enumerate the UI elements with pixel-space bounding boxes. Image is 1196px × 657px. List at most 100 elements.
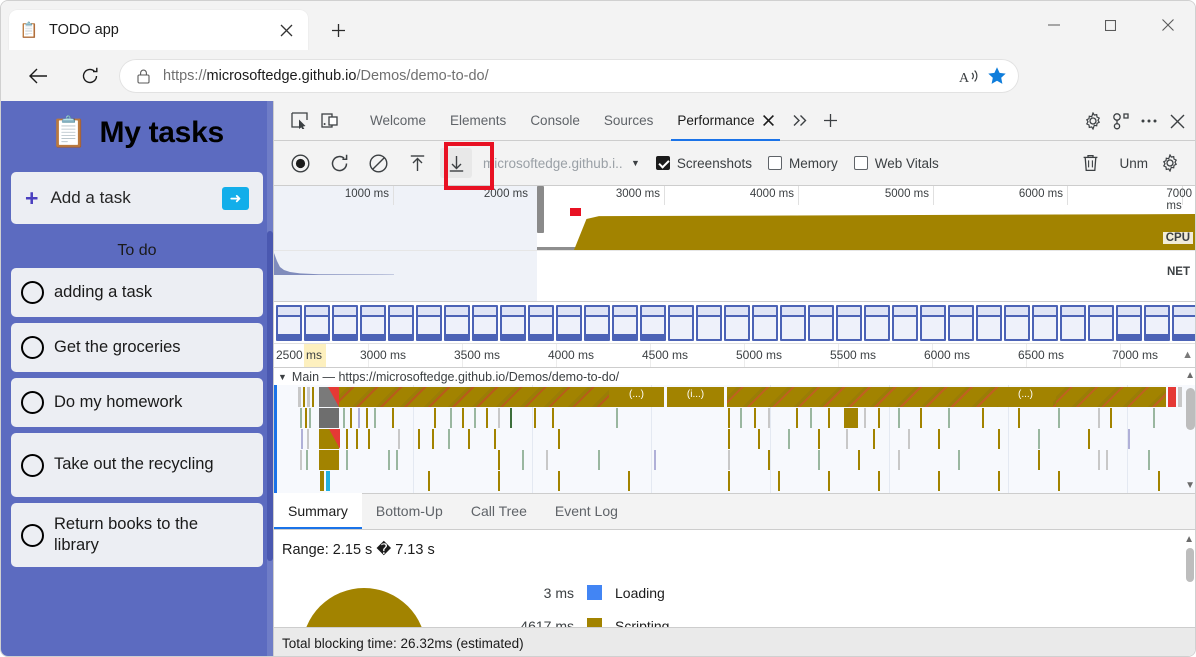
summary-scroll-up-icon[interactable]: ▲ [1184,534,1194,545]
address-bar[interactable]: https://microsoftedge.github.io/Demos/de… [119,59,1019,93]
tab-summary[interactable]: Summary [274,493,362,529]
filmstrip-frame[interactable] [472,305,498,341]
unminify-label[interactable]: Unm [1113,156,1154,171]
task-checkbox-circle[interactable] [21,391,44,414]
tab-welcome[interactable]: Welcome [358,101,438,141]
filmstrip-frame[interactable] [276,305,302,341]
filmstrip-frame[interactable] [584,305,610,341]
clear-prohibited-icon[interactable] [362,148,394,178]
filmstrip-track[interactable] [274,302,1196,344]
flame-track-header[interactable]: ▼ Main — https://microsoftedge.github.io… [274,368,1196,385]
upload-profile-icon[interactable] [401,148,433,178]
filmstrip-frame[interactable] [752,305,778,341]
inspect-element-icon[interactable] [284,107,314,135]
list-item[interactable]: Get the groceries [11,323,263,372]
filmstrip-frame[interactable] [528,305,554,341]
filmstrip-frame[interactable] [444,305,470,341]
web-vitals-checkbox[interactable]: Web Vitals [854,156,939,171]
filmstrip-frame[interactable] [668,305,694,341]
read-aloud-icon[interactable]: A [955,62,983,90]
tab-performance[interactable]: Performance [665,101,785,141]
filmstrip-frame[interactable] [920,305,946,341]
tab-call-tree[interactable]: Call Tree [457,493,541,529]
capture-settings-gear-icon[interactable] [1154,148,1186,178]
filmstrip-frame[interactable] [808,305,834,341]
tab-bottom-up[interactable]: Bottom-Up [362,493,457,529]
flame-row[interactable] [298,450,1181,470]
filmstrip-frame[interactable] [1144,305,1170,341]
task-checkbox-circle[interactable] [21,454,44,477]
trash-icon[interactable] [1074,148,1106,178]
list-item[interactable]: adding a task [11,268,263,317]
summary-scrollbar[interactable] [1186,548,1194,582]
new-tab-button[interactable] [323,16,353,44]
flame-row[interactable] [298,429,1181,449]
screenshots-checkbox[interactable]: Screenshots [656,156,752,171]
download-profile-icon[interactable] [440,148,472,178]
filmstrip-frame[interactable] [1032,305,1058,341]
filmstrip-frame[interactable] [724,305,750,341]
triangle-down-icon[interactable]: ▼ [278,372,287,382]
add-tab-button[interactable] [816,107,846,135]
reload-icon[interactable] [73,59,107,93]
filmstrip-frame[interactable] [892,305,918,341]
filmstrip-frame[interactable] [780,305,806,341]
close-icon[interactable] [274,18,298,42]
filmstrip-frame[interactable] [1004,305,1030,341]
list-item[interactable]: Do my homework [11,378,263,427]
filmstrip-frame[interactable] [388,305,414,341]
filmstrip-frame[interactable] [1116,305,1142,341]
arrow-right-icon[interactable]: ➜ [222,187,249,210]
timeline-ruler[interactable]: 2500 ms 3000 ms 3500 ms 4000 ms 4500 ms … [274,344,1196,368]
list-item[interactable]: Take out the recycling [11,433,263,497]
device-toolbar-icon[interactable] [314,107,344,135]
filmstrip-frame[interactable] [836,305,862,341]
tab-elements[interactable]: Elements [438,101,518,141]
filmstrip-frame[interactable] [1060,305,1086,341]
settings-gear-icon[interactable] [1079,107,1107,135]
scroll-up-arrow-icon[interactable]: ▲ [1182,349,1193,361]
flame-row[interactable] [298,408,1181,428]
filmstrip-frame[interactable] [948,305,974,341]
filmstrip-frame[interactable] [864,305,890,341]
tab-sources[interactable]: Sources [592,101,666,141]
flame-scroll-up-icon[interactable]: ▲ [1185,370,1195,381]
flame-scroll-down-icon[interactable]: ▼ [1185,480,1195,491]
reload-record-icon[interactable] [323,148,355,178]
more-options-icon[interactable] [1135,107,1163,135]
record-circle-icon[interactable] [284,148,316,178]
flame-scrollbar[interactable] [1186,388,1195,430]
filmstrip-frame[interactable] [416,305,442,341]
close-icon[interactable] [763,115,774,126]
main-thread-flame-chart[interactable]: ▼ Main — https://microsoftedge.github.io… [274,368,1196,494]
filmstrip-frame[interactable] [304,305,330,341]
tab-console[interactable]: Console [518,101,592,141]
browser-tab[interactable]: 📋 TODO app [9,10,308,50]
timeline-overview[interactable]: 1000 ms 2000 ms 3000 ms 4000 ms 5000 ms … [274,186,1196,302]
filmstrip-frame[interactable] [360,305,386,341]
window-maximize-button[interactable] [1088,9,1133,41]
tab-event-log[interactable]: Event Log [541,493,632,529]
task-checkbox-circle[interactable] [21,281,44,304]
filmstrip-frame[interactable] [500,305,526,341]
filmstrip-frame[interactable] [556,305,582,341]
close-devtools-icon[interactable] [1163,107,1191,135]
origin-selector[interactable]: microsoftedge.github.i... ▼ [483,156,640,171]
filmstrip-frame[interactable] [1172,305,1196,341]
filmstrip-frame[interactable] [640,305,666,341]
window-close-button[interactable] [1145,9,1190,41]
star-filled-icon[interactable] [983,62,1011,90]
chevron-double-right-icon[interactable] [786,107,816,135]
flame-row[interactable] [298,471,1181,491]
window-minimize-button[interactable] [1031,9,1076,41]
filmstrip-frame[interactable] [612,305,638,341]
memory-checkbox[interactable]: Memory [768,156,838,171]
filmstrip-frame[interactable] [696,305,722,341]
task-checkbox-circle[interactable] [21,524,44,547]
list-item[interactable]: Return books to the library [11,503,263,567]
flame-row[interactable]: (...) (i...) (...) [298,387,1181,407]
task-checkbox-circle[interactable] [21,336,44,359]
filmstrip-frame[interactable] [976,305,1002,341]
filmstrip-frame[interactable] [1088,305,1114,341]
add-task-input-row[interactable]: + Add a task ➜ [11,172,263,224]
